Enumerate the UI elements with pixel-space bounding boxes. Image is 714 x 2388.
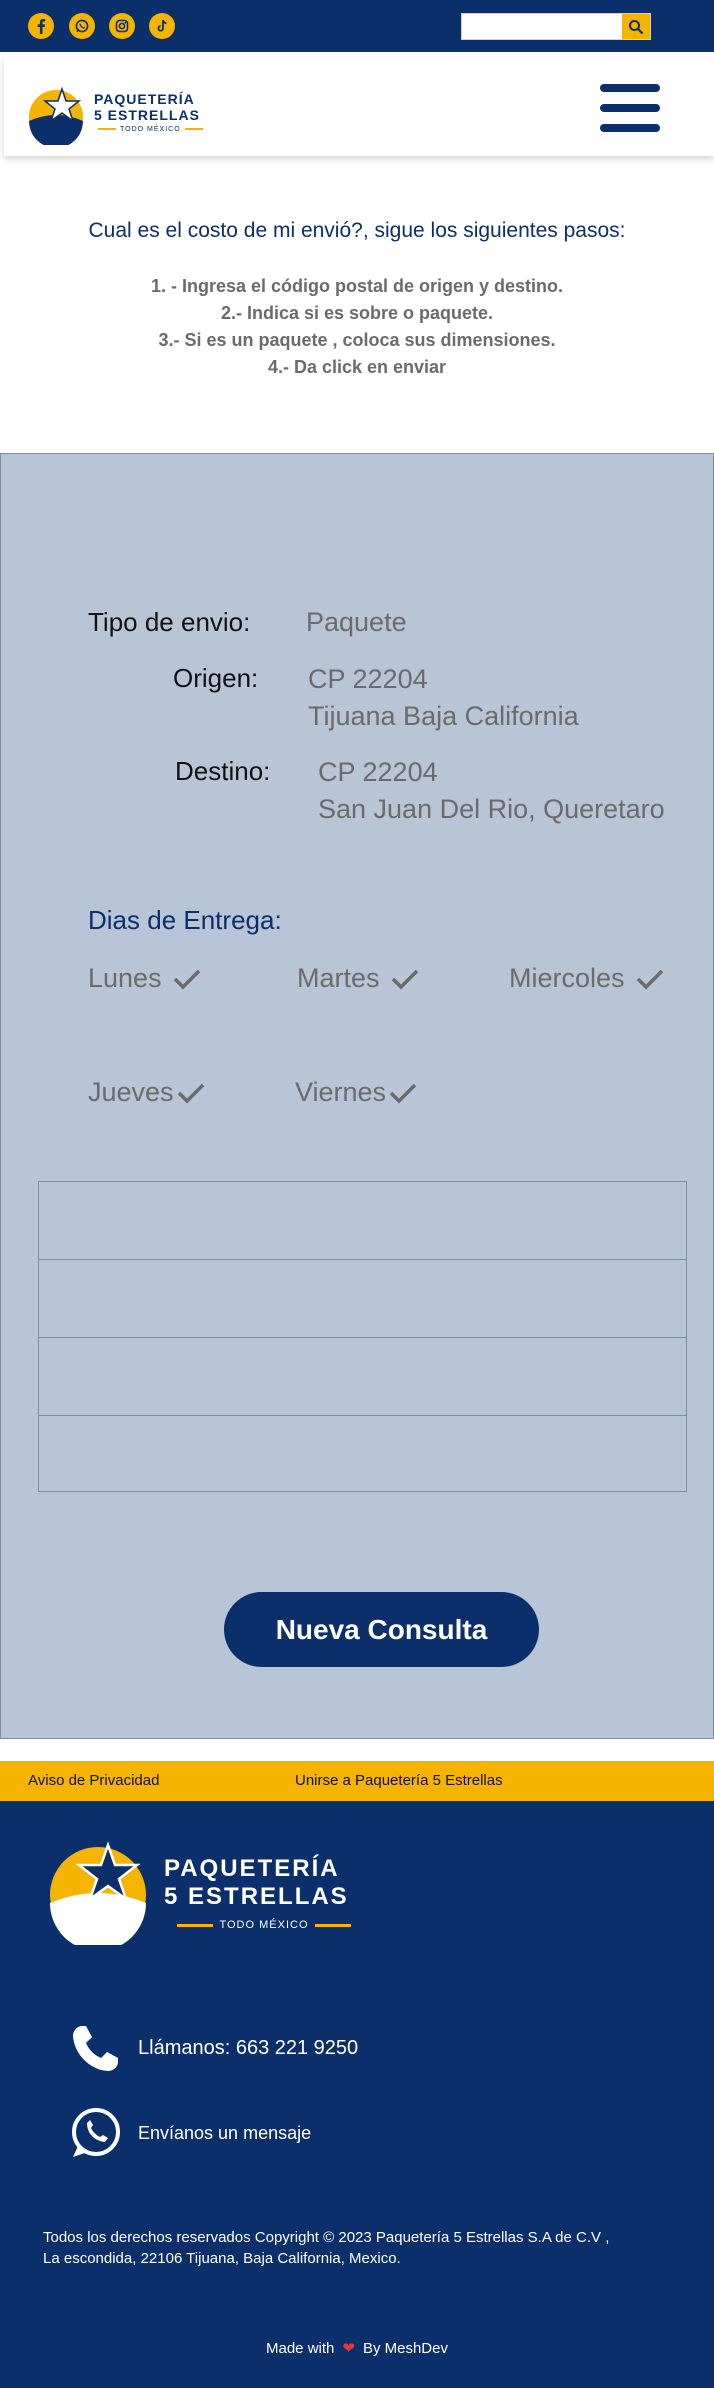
check-icon: [389, 1083, 417, 1103]
brand-name-line2: 5 ESTRELLAS: [94, 107, 200, 123]
shipment-type-value: Paquete: [306, 607, 407, 637]
site-header: PAQUETERÍA 5 ESTRELLAS TODO MÉXICO: [4, 58, 714, 156]
menu-icon-bar: [600, 84, 660, 92]
new-query-button[interactable]: Nueva Consulta: [224, 1592, 539, 1667]
page-title: Cual es el costo de mi envió?, sigue los…: [88, 219, 626, 242]
destination-city: San Juan Del Rio, Queretaro: [318, 794, 665, 824]
privacy-link[interactable]: Aviso de Privacidad: [28, 1772, 159, 1789]
site-footer: PAQUETERÍA 5 ESTRELLAS TODO MÉXICO Lláma…: [0, 1801, 714, 2388]
phone-text[interactable]: Llámanos: 663 221 9250: [138, 2037, 358, 2060]
footer-brand-logo-icon: [50, 1841, 146, 1945]
delivery-day: Miercoles: [509, 963, 665, 994]
destination-label: Destino:: [175, 756, 271, 786]
table-row[interactable]: [39, 1338, 686, 1416]
whatsapp-icon[interactable]: [69, 13, 95, 39]
search-button[interactable]: [622, 14, 650, 39]
destination-cp: CP 22204: [318, 757, 438, 787]
footer-brand-name-line1: PAQUETERÍA: [164, 1855, 340, 1882]
brand-tagline: TODO MÉXICO: [94, 126, 204, 133]
delivery-day: Viernes: [295, 1077, 418, 1108]
search-box: [461, 13, 651, 40]
delivery-days-title: Dias de Entrega:: [88, 905, 282, 935]
search-icon: [629, 19, 644, 34]
whatsapp-icon: [72, 2108, 120, 2157]
step-item: 2.- Indica si es sobre o paquete.: [220, 303, 494, 323]
origin-label: Origen:: [173, 663, 259, 693]
brand-name-line1: PAQUETERÍA: [94, 91, 195, 107]
step-item: 4.- Da click en enviar: [267, 357, 447, 377]
brand-logo-icon: [29, 86, 83, 145]
copyright-text: Todos los derechos reservados Copyright …: [43, 2227, 683, 2269]
table-row[interactable]: [39, 1260, 686, 1338]
delivery-day-label: Lunes: [88, 963, 162, 993]
made-with-credit: Made with ❤ By MeshDev: [0, 2339, 714, 2357]
origin-cp: CP 22204: [308, 664, 428, 694]
delivery-day-label: Jueves: [88, 1077, 174, 1107]
phone-icon: [73, 2026, 118, 2071]
heart-icon: ❤: [342, 2340, 355, 2357]
menu-icon-bar: [600, 104, 660, 112]
developer-credit[interactable]: By MeshDev: [363, 2340, 448, 2357]
steps-list: 1. - Ingresa el código postal de origen …: [0, 273, 714, 381]
footer-brand-name-line2: 5 ESTRELLAS: [164, 1883, 349, 1910]
facebook-icon[interactable]: [28, 13, 54, 39]
table-row[interactable]: [39, 1182, 686, 1260]
made-with-text: Made with: [266, 2340, 335, 2357]
top-bar: [0, 0, 714, 52]
check-icon: [173, 969, 200, 989]
footer-brand-logo[interactable]: PAQUETERÍA 5 ESTRELLAS TODO MÉXICO: [46, 1839, 376, 1949]
footer-brand-tagline: TODO MÉXICO: [164, 1919, 364, 1931]
message-text[interactable]: Envíanos un mensaje: [138, 2123, 311, 2144]
instagram-icon[interactable]: [109, 13, 135, 39]
check-icon: [177, 1083, 204, 1103]
brand-tagline-text: TODO MÉXICO: [120, 126, 181, 133]
footer-links-bar: Aviso de Privacidad Unirse a Paquetería …: [0, 1761, 714, 1801]
footer-brand-tagline-text: TODO MÉXICO: [219, 1919, 309, 1931]
address-line: La escondida, 22106 Tijuana, Baja Califo…: [43, 2250, 401, 2267]
search-input[interactable]: [462, 14, 623, 39]
menu-button[interactable]: [600, 84, 660, 134]
delivery-day-label: Miercoles: [509, 963, 625, 993]
origin-city: Tijuana Baja California: [308, 701, 579, 731]
check-icon: [636, 969, 663, 989]
copyright-line: Todos los derechos reservados Copyright …: [43, 2229, 610, 2246]
delivery-day-label: Viernes: [295, 1077, 387, 1107]
step-item: 1. - Ingresa el código postal de origen …: [150, 276, 564, 296]
step-item: 3.- Si es un paquete , coloca sus dimens…: [158, 330, 556, 350]
brand-logo[interactable]: PAQUETERÍA 5 ESTRELLAS TODO MÉXICO: [28, 85, 228, 145]
delivery-day: Lunes: [88, 963, 202, 994]
delivery-day: Jueves: [88, 1077, 206, 1108]
shipment-type-label: Tipo de envio:: [88, 607, 251, 637]
rates-table: [38, 1181, 687, 1492]
table-row[interactable]: [39, 1416, 686, 1494]
join-link[interactable]: Unirse a Paquetería 5 Estrellas: [295, 1772, 503, 1789]
check-icon: [391, 969, 418, 989]
delivery-day: Martes: [297, 963, 420, 994]
menu-icon-bar: [600, 124, 660, 132]
tiktok-icon[interactable]: [149, 13, 175, 39]
delivery-day-label: Martes: [297, 963, 380, 993]
